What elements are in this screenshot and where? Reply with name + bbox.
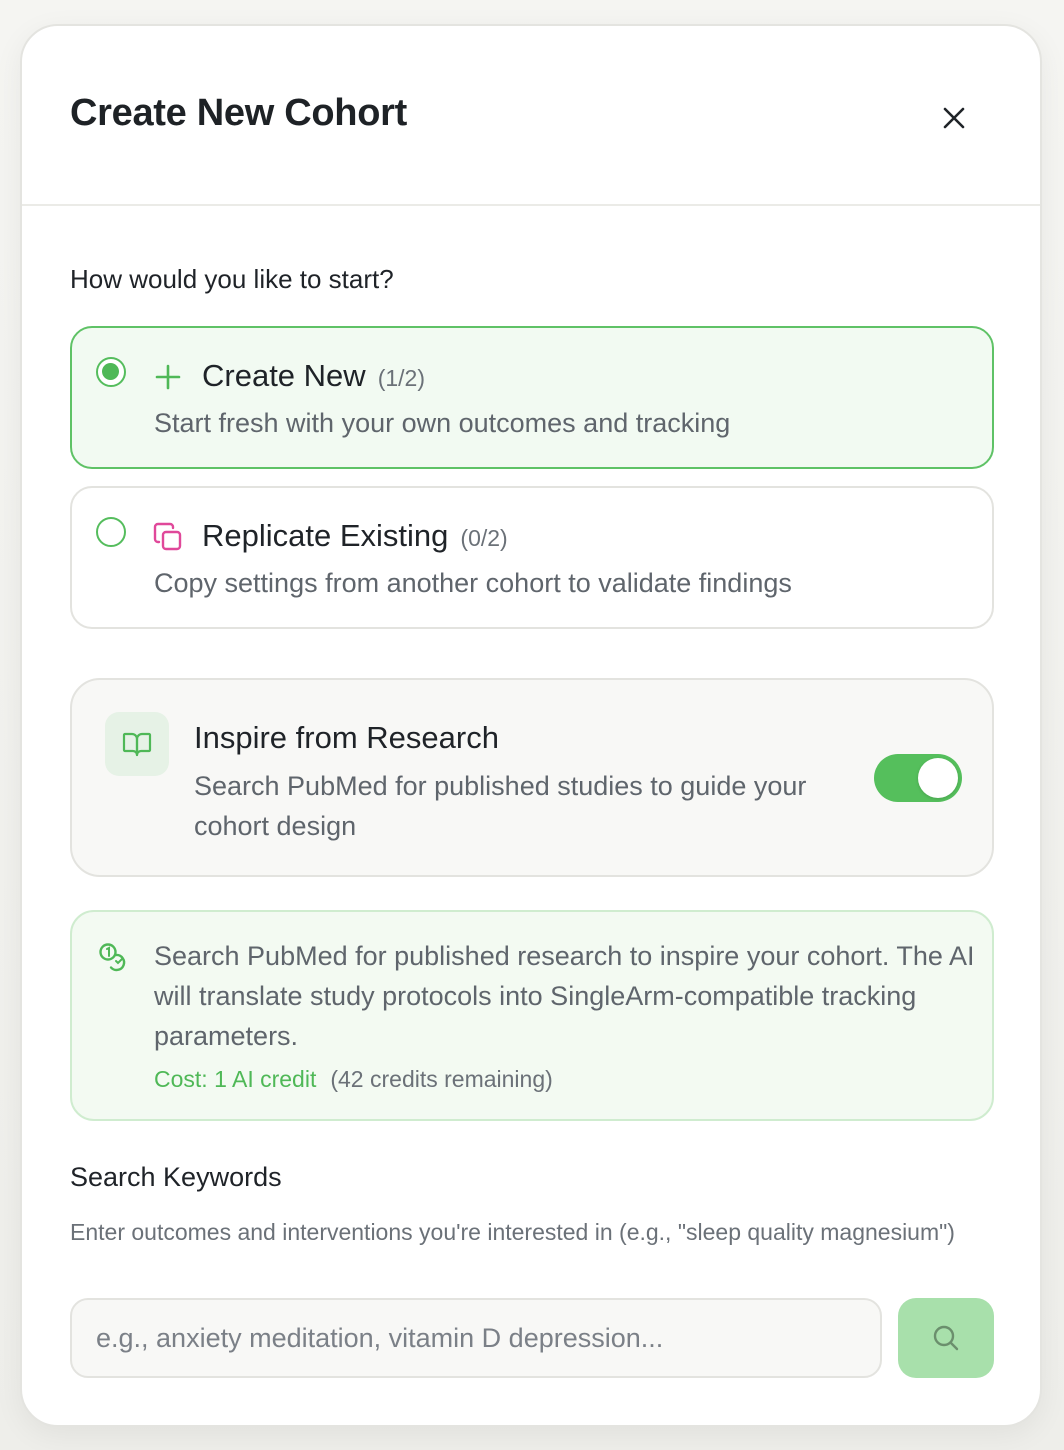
search-button[interactable] bbox=[898, 1298, 994, 1378]
ai-info-text: Search PubMed for published research to … bbox=[154, 941, 975, 1051]
credits-remaining: (42 credits remaining) bbox=[330, 1066, 553, 1092]
toggle-knob bbox=[918, 758, 958, 798]
ai-cost: Cost: 1 AI credit bbox=[154, 1066, 317, 1092]
option-create-new[interactable]: Create New (1/2) Start fresh with your ow… bbox=[70, 326, 994, 469]
option-replicate-existing-count: (0/2) bbox=[460, 525, 508, 551]
create-cohort-modal: Create New Cohort How would you like to … bbox=[20, 24, 1042, 1427]
radio-create-new[interactable] bbox=[96, 357, 126, 387]
book-icon bbox=[122, 732, 152, 757]
inspire-title: Inspire from Research bbox=[194, 720, 499, 755]
search-keywords-label: Search Keywords bbox=[70, 1162, 282, 1192]
option-create-new-label: Create New bbox=[202, 358, 366, 393]
search-icon bbox=[933, 1325, 959, 1351]
option-replicate-existing[interactable]: Replicate Existing (0/2) Copy settings fr… bbox=[70, 486, 994, 629]
inspire-research-card: Inspire from Research Search PubMed for … bbox=[70, 678, 994, 877]
credits-icon bbox=[99, 943, 126, 972]
option-replicate-existing-label: Replicate Existing bbox=[202, 518, 449, 553]
ai-cost-line: Cost: 1 AI credit (42 credits remaining) bbox=[154, 1066, 553, 1093]
option-create-new-description: Start fresh with your own outcomes and t… bbox=[154, 408, 731, 438]
close-icon bbox=[943, 107, 965, 129]
option-create-new-count: (1/2) bbox=[377, 365, 425, 391]
start-question-label: How would you like to start? bbox=[70, 264, 394, 294]
modal-header: Create New Cohort bbox=[22, 26, 1040, 206]
modal-title: Create New Cohort bbox=[70, 92, 407, 134]
copy-icon bbox=[153, 522, 182, 551]
option-replicate-existing-description: Copy settings from another cohort to val… bbox=[154, 568, 792, 598]
book-icon-tile bbox=[105, 712, 169, 776]
search-keywords-input[interactable] bbox=[70, 1298, 882, 1378]
option-replicate-existing-title: Replicate Existing (0/2) bbox=[202, 518, 508, 554]
plus-icon bbox=[155, 364, 181, 390]
inspire-toggle[interactable] bbox=[874, 754, 962, 802]
close-button[interactable] bbox=[934, 98, 974, 138]
option-create-new-title: Create New (1/2) bbox=[202, 358, 425, 394]
radio-replicate-existing[interactable] bbox=[96, 517, 126, 547]
inspire-description: Search PubMed for published studies to g… bbox=[194, 771, 807, 841]
ai-info-box: Search PubMed for published research to … bbox=[70, 910, 994, 1121]
search-keywords-help: Enter outcomes and interventions you're … bbox=[70, 1219, 955, 1245]
